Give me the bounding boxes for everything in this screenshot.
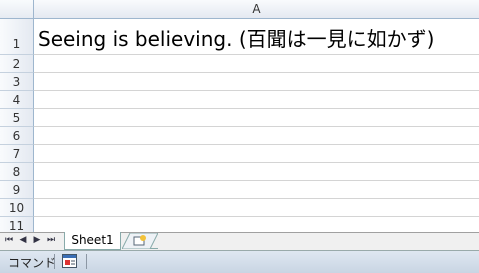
cell-row[interactable] xyxy=(34,55,479,73)
cell-area[interactable]: Seeing is believing. (百聞は一見に如かず) xyxy=(34,19,479,235)
sheet-tab-bar: ⏮ ◀ ▶ ⏭ Sheet1 xyxy=(0,232,479,250)
cell-row[interactable] xyxy=(34,199,479,217)
select-all-corner[interactable] xyxy=(0,0,34,19)
cell-a1-text: Seeing is believing. (百聞は一見に如かず) xyxy=(38,27,435,51)
row-header[interactable]: 1 xyxy=(0,19,34,55)
first-sheet-icon[interactable]: ⏮ xyxy=(4,235,14,245)
row-header[interactable]: 10 xyxy=(0,199,34,217)
prev-sheet-icon[interactable]: ◀ xyxy=(18,235,28,245)
tab-sheet1[interactable]: Sheet1 xyxy=(64,232,121,250)
last-sheet-icon[interactable]: ⏭ xyxy=(46,235,56,245)
insert-sheet-button[interactable] xyxy=(121,232,159,250)
status-divider xyxy=(86,254,87,269)
cell-row[interactable] xyxy=(34,127,479,145)
macro-record-icon[interactable] xyxy=(62,254,77,268)
row-header[interactable]: 4 xyxy=(0,91,34,109)
row-header[interactable]: 9 xyxy=(0,181,34,199)
cell-row[interactable] xyxy=(34,145,479,163)
row-header[interactable]: 8 xyxy=(0,163,34,181)
next-sheet-icon[interactable]: ▶ xyxy=(32,235,42,245)
cell-row[interactable] xyxy=(34,91,479,109)
insert-sheet-icon xyxy=(121,232,159,250)
cell-a1[interactable]: Seeing is believing. (百聞は一見に如かず) xyxy=(34,19,479,55)
status-divider xyxy=(54,254,55,269)
row-header[interactable]: 6 xyxy=(0,127,34,145)
status-bar: コマンド xyxy=(0,250,479,273)
cell-row[interactable] xyxy=(34,109,479,127)
cell-row[interactable] xyxy=(34,181,479,199)
cell-row[interactable] xyxy=(34,163,479,181)
status-mode: コマンド xyxy=(8,256,57,270)
row-headers: 1 2 3 4 5 6 7 8 9 10 11 xyxy=(0,19,34,235)
worksheet-grid: A 1 2 3 4 5 6 7 8 9 10 11 Seeing is beli… xyxy=(0,0,479,235)
column-header-a[interactable]: A xyxy=(34,0,479,19)
row-header[interactable]: 3 xyxy=(0,73,34,91)
row-header[interactable]: 7 xyxy=(0,145,34,163)
row-header[interactable]: 5 xyxy=(0,109,34,127)
row-header[interactable]: 2 xyxy=(0,55,34,73)
cell-row[interactable] xyxy=(34,73,479,91)
